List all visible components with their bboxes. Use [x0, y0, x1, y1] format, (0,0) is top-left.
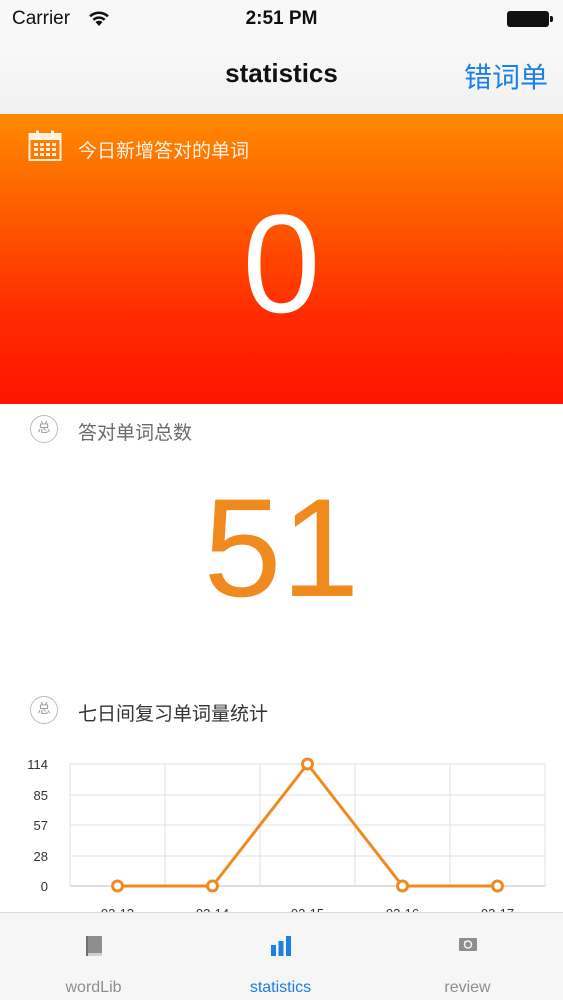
navigation-bar: statistics 错词单 [0, 38, 563, 114]
weekly-label: 七日间复习单词量统计 [78, 703, 269, 725]
today-count: 0 [242, 185, 321, 342]
data-point [491, 879, 504, 893]
total-label: 答对单词总数 [78, 422, 193, 444]
total-icon: 总 [30, 415, 58, 443]
y-tick-label: 57 [34, 818, 48, 833]
clock: 2:51 PM [245, 8, 318, 29]
y-tick-label: 114 [27, 757, 48, 772]
tab-review-label: review [444, 979, 491, 996]
wrong-words-button[interactable]: 错词单 [464, 56, 548, 96]
today-label: 今日新增答对的单词 [78, 140, 250, 162]
data-point [396, 879, 409, 893]
y-tick-label: 28 [34, 849, 48, 864]
y-tick-label: 0 [41, 879, 48, 894]
data-point [111, 879, 124, 893]
tab-wordlib-label: wordLib [65, 979, 122, 996]
tab-statistics-label: statistics [249, 979, 312, 996]
review-icon [458, 938, 477, 951]
calendar-icon [28, 130, 62, 161]
tab-wordlib[interactable]: wordLib [0, 913, 187, 1000]
data-point [206, 879, 219, 893]
data-point [301, 757, 314, 771]
status-bar: Carrier 2:51 PM [0, 0, 563, 38]
bar-chart-icon [270, 936, 291, 956]
tab-review[interactable]: review [374, 913, 561, 1000]
today-panel: 今日新增答对的单词 0 [0, 114, 563, 404]
y-tick-label: 85 [34, 788, 48, 803]
weekly-review-chart: 028578511402-1302-1402-1502-1602-17 [27, 757, 546, 921]
total-count: 51 [203, 469, 360, 626]
tab-statistics[interactable]: statistics [187, 913, 374, 1000]
book-icon [85, 936, 102, 956]
weekly-icon: 总 [30, 696, 58, 724]
tab-bar: wordLib statistics review [0, 912, 563, 1000]
battery-icon [507, 11, 553, 27]
